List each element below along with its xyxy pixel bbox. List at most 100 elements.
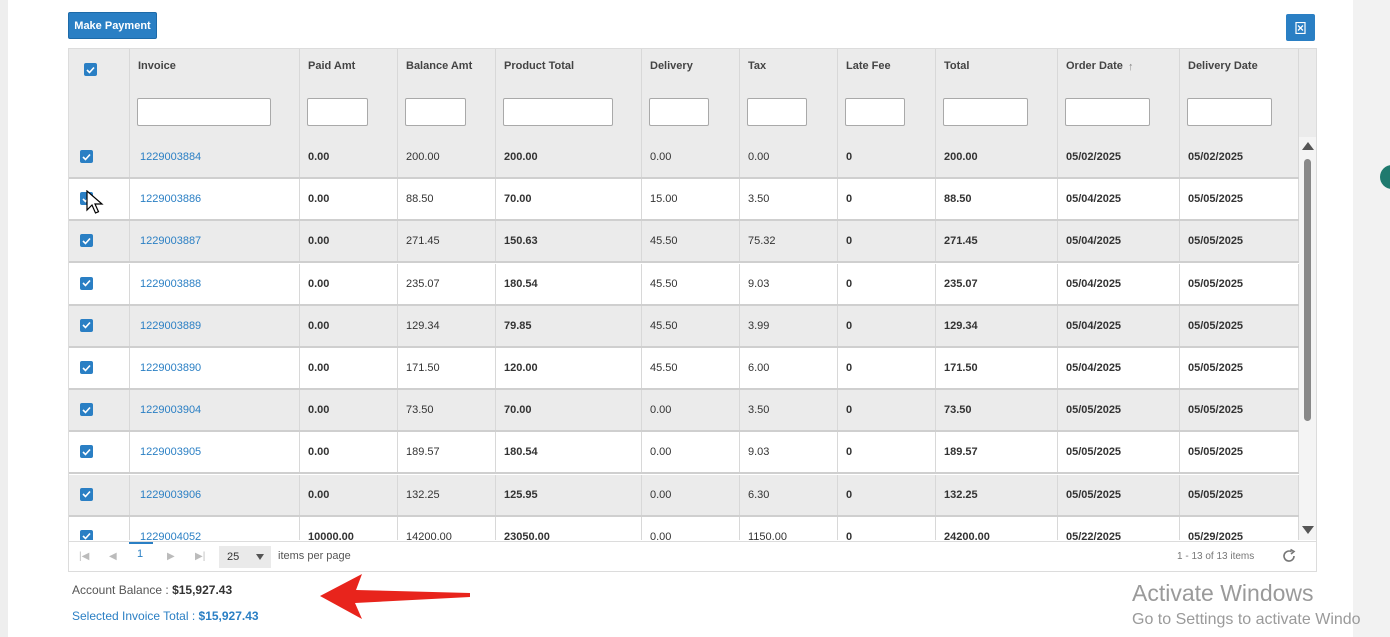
- row-checkbox[interactable]: [80, 234, 93, 248]
- filter-input-total[interactable]: [943, 98, 1028, 126]
- invoice-link[interactable]: 1229003904: [130, 390, 300, 431]
- cell-paid: 0.00: [300, 432, 398, 473]
- sort-ascending-icon[interactable]: ↑: [1128, 61, 1134, 73]
- cell-delivery-date: 05/05/2025: [1180, 390, 1299, 431]
- table-row[interactable]: 1229003884 0.00 200.00 200.00 0.00 0.00 0 200.0…: [69, 137, 1299, 179]
- cell-paid: 10000.00: [300, 516, 398, 540]
- filter-input-product-total[interactable]: [503, 98, 613, 126]
- cell-late-fee: 0: [838, 179, 936, 220]
- make-payment-button[interactable]: Make Payment: [68, 12, 157, 39]
- filter-input-order-date[interactable]: [1065, 98, 1150, 126]
- page-size-value: 25: [227, 551, 240, 563]
- column-header-label[interactable]: Invoice: [138, 60, 176, 72]
- row-checkbox[interactable]: [80, 276, 93, 290]
- row-checkbox[interactable]: [80, 318, 93, 332]
- cell-delivery-date: 05/05/2025: [1180, 474, 1299, 515]
- table-row[interactable]: 1229003888 0.00 235.07 180.54 45.50 9.03 0 235.…: [69, 263, 1299, 306]
- current-page-number[interactable]: 1: [137, 548, 147, 560]
- invoice-link[interactable]: 1229003890: [130, 348, 300, 388]
- cell-late-fee: 0: [838, 137, 936, 177]
- column-header-label[interactable]: Order Date: [1066, 60, 1123, 72]
- column-header-label[interactable]: Balance Amt: [406, 60, 472, 72]
- invoice-link[interactable]: 1229004052: [130, 516, 300, 540]
- cell-total: 129.34: [936, 305, 1058, 346]
- scrollbar-thumb[interactable]: [1304, 159, 1311, 421]
- invoice-link[interactable]: 1229003884: [130, 137, 300, 177]
- table-row[interactable]: 1229003890 0.00 171.50 120.00 45.50 6.00 0 171.…: [69, 348, 1299, 390]
- filter-input-late-fee[interactable]: [845, 98, 905, 126]
- invoice-link[interactable]: 1229003906: [130, 474, 300, 515]
- first-page-icon[interactable]: |◀: [79, 551, 89, 562]
- page-size-select[interactable]: 25: [219, 546, 271, 568]
- column-header-invoice[interactable]: Invoice: [130, 49, 300, 137]
- table-row[interactable]: 1229003887 0.00 271.45 150.63 45.50 75.32 0 271…: [69, 221, 1299, 264]
- column-header-label[interactable]: Late Fee: [846, 60, 891, 72]
- table-row[interactable]: 1229004052 10000.00 14200.00 23050.00 0.00 11…: [69, 516, 1299, 540]
- cell-late-fee: 0: [838, 348, 936, 388]
- invoice-link[interactable]: 1229003889: [130, 305, 300, 346]
- vertical-scrollbar[interactable]: [1299, 137, 1316, 540]
- watermark-title: Activate Windows: [1132, 580, 1314, 606]
- invoice-link[interactable]: 1229003887: [130, 221, 300, 262]
- cell-late-fee: 0: [838, 221, 936, 262]
- cell-order-date: 05/04/2025: [1058, 221, 1180, 262]
- last-page-icon[interactable]: ▶|: [195, 551, 205, 562]
- row-checkbox[interactable]: [80, 529, 93, 540]
- invoice-link[interactable]: 1229003905: [130, 432, 300, 473]
- column-header-late-fee[interactable]: Late Fee: [838, 49, 936, 137]
- table-row[interactable]: 1229003886 0.00 88.50 70.00 15.00 3.50 0 88.50 0…: [69, 179, 1299, 222]
- cell-tax: 9.03: [740, 263, 838, 304]
- cell-balance: 271.45: [398, 221, 496, 262]
- column-header-label[interactable]: Delivery Date: [1188, 60, 1258, 72]
- cell-tax: 3.99: [740, 305, 838, 346]
- refresh-icon[interactable]: [1281, 548, 1297, 564]
- column-header-label[interactable]: Delivery: [650, 60, 693, 72]
- right-gutter: [1353, 0, 1390, 637]
- account-balance-label: Account Balance :: [72, 583, 169, 597]
- column-header-delivery-date[interactable]: Delivery Date: [1180, 49, 1299, 137]
- column-header-paid-amt[interactable]: Paid Amt: [300, 49, 398, 137]
- row-checkbox[interactable]: [80, 445, 93, 459]
- row-checkbox[interactable]: [80, 150, 93, 163]
- prev-page-icon[interactable]: ◀: [109, 551, 117, 562]
- table-row[interactable]: 1229003904 0.00 73.50 70.00 0.00 3.50 0 73.50 05…: [69, 390, 1299, 433]
- cell-late-fee: 0: [838, 474, 936, 515]
- invoice-link[interactable]: 1229003888: [130, 263, 300, 304]
- scroll-up-icon[interactable]: [1302, 142, 1314, 150]
- invoice-link[interactable]: 1229003886: [130, 179, 300, 220]
- column-header-tax[interactable]: Tax: [740, 49, 838, 137]
- row-checkbox[interactable]: [80, 487, 93, 501]
- row-checkbox[interactable]: [80, 403, 93, 417]
- next-page-icon[interactable]: ▶: [167, 551, 175, 562]
- table-row[interactable]: 1229003889 0.00 129.34 79.85 45.50 3.99 0 129.3…: [69, 305, 1299, 348]
- filter-input-paid-amt[interactable]: [307, 98, 368, 126]
- export-button[interactable]: [1286, 14, 1315, 41]
- cell-delivery: 0.00: [642, 516, 740, 540]
- cell-delivery: 45.50: [642, 221, 740, 262]
- cell-product-total: 180.54: [496, 432, 642, 473]
- filter-input-balance-amt[interactable]: [405, 98, 466, 126]
- column-header-label[interactable]: Tax: [748, 60, 766, 72]
- column-header-order-date[interactable]: Order Date ↑: [1058, 49, 1180, 137]
- filter-input-delivery-date[interactable]: [1187, 98, 1272, 126]
- column-header-label[interactable]: Product Total: [504, 60, 574, 72]
- table-row[interactable]: 1229003905 0.00 189.57 180.54 0.00 9.03 0 189.5…: [69, 432, 1299, 475]
- column-header-label[interactable]: Total: [944, 60, 969, 72]
- filter-input-invoice[interactable]: [137, 98, 271, 126]
- current-page-indicator: [129, 542, 153, 544]
- column-header-total[interactable]: Total: [936, 49, 1058, 137]
- select-all-checkbox[interactable]: [84, 63, 97, 76]
- column-header-balance-amt[interactable]: Balance Amt: [398, 49, 496, 137]
- table-row[interactable]: 1229003906 0.00 132.25 125.95 0.00 6.30 0 132.2…: [69, 474, 1299, 517]
- scroll-down-icon[interactable]: [1302, 526, 1314, 534]
- row-select-cell: [69, 390, 130, 431]
- cell-total: 200.00: [936, 137, 1058, 177]
- cell-balance: 200.00: [398, 137, 496, 177]
- column-header-label[interactable]: Paid Amt: [308, 60, 355, 72]
- column-header-delivery[interactable]: Delivery: [642, 49, 740, 137]
- filter-input-delivery[interactable]: [649, 98, 709, 126]
- filter-input-tax[interactable]: [747, 98, 807, 126]
- column-header-product-total[interactable]: Product Total: [496, 49, 642, 137]
- cell-balance: 129.34: [398, 305, 496, 346]
- row-checkbox[interactable]: [80, 361, 93, 374]
